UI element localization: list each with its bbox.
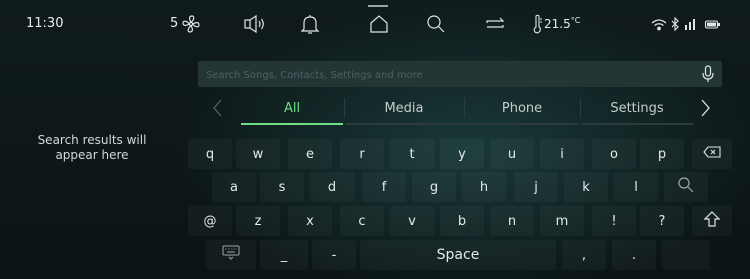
key-q[interactable]: q [188,139,232,169]
shift-key[interactable] [692,206,732,236]
search-icon [677,176,695,198]
shift-arrow-icon [703,211,721,231]
battery-icon [704,13,722,35]
space-key[interactable]: Space [360,240,556,270]
bluetooth-icon [669,13,681,35]
key-s[interactable]: s [260,172,304,202]
key-at[interactable]: @ [188,206,232,236]
active-tab-underline [241,123,343,125]
temperature-unit: °C [570,16,581,25]
tab-underline [345,123,463,125]
key-k[interactable]: k [564,172,608,202]
tab-media-label: Media [384,100,424,116]
key-period[interactable]: . [612,240,656,270]
thermometer-icon [532,13,544,35]
infotainment-screen: 11:30 5 21.5°C Search Songs, Contacts, S… [0,0,750,279]
key-p[interactable]: p [640,139,684,169]
key-question[interactable]: ? [640,206,684,236]
key-m[interactable]: m [540,206,584,236]
key-a[interactable]: a [212,172,256,202]
tab-all-label: All [283,100,301,116]
key-dash[interactable]: - [312,240,356,270]
keyboard-icon [222,245,240,265]
key-o[interactable]: o [592,139,636,169]
tabs-prev-arrow-icon[interactable] [212,98,224,122]
tabs-next-arrow-icon[interactable] [699,98,711,122]
clock: 11:30 [26,16,64,31]
tab-media[interactable]: Media [345,94,463,122]
keyboard-toggle-key[interactable] [206,240,256,270]
tab-phone[interactable]: Phone [465,94,579,122]
tab-settings-label: Settings [610,100,664,116]
fan-speed-value[interactable]: 5 [170,16,178,31]
key-l[interactable]: l [614,172,658,202]
search-bar[interactable] [198,61,722,87]
tab-underline [581,123,693,125]
key-exclamation[interactable]: ! [592,206,636,236]
temperature-readout[interactable]: 21.5°C [544,16,580,31]
tab-settings[interactable]: Settings [581,94,693,122]
key-underscore[interactable]: _ [260,240,308,270]
key-i[interactable]: i [540,139,584,169]
key-u[interactable]: u [490,139,534,169]
status-bar: 11:30 5 21.5°C [0,0,750,50]
key-y[interactable]: y [440,139,484,169]
keyboard-search-key[interactable] [664,172,708,202]
key-z[interactable]: z [236,206,280,236]
fan-icon[interactable] [180,13,202,35]
key-j[interactable]: j [514,172,558,202]
key-e[interactable]: e [288,139,332,169]
search-results-placeholder: Search results will appear here [37,133,147,162]
microphone-icon[interactable] [702,65,714,87]
signal-icon [684,13,700,35]
bell-icon[interactable] [300,13,320,35]
key-b[interactable]: b [440,206,484,236]
active-home-indicator [368,5,388,7]
backspace-key[interactable] [692,139,732,169]
backspace-icon [703,146,721,162]
key-h[interactable]: h [462,172,506,202]
key-v[interactable]: v [390,206,434,236]
key-w[interactable]: w [236,139,280,169]
volume-icon[interactable] [243,13,267,35]
tab-underline [465,123,579,125]
key-comma[interactable]: , [562,240,606,270]
home-icon[interactable] [368,13,390,35]
wifi-icon [651,13,667,35]
key-n[interactable]: n [490,206,534,236]
key-t[interactable]: t [390,139,434,169]
tab-all[interactable]: All [241,94,343,122]
tab-phone-label: Phone [501,100,543,116]
key-r[interactable]: r [340,139,384,169]
search-icon[interactable] [425,13,447,35]
key-g[interactable]: g [412,172,456,202]
search-input[interactable] [204,64,678,86]
key-c[interactable]: c [340,206,384,236]
repeat-icon[interactable] [483,13,507,35]
key-d[interactable]: d [310,172,354,202]
key-x[interactable]: x [288,206,332,236]
blank-key[interactable] [662,240,710,270]
search-category-tabs: All Media Phone Settings [198,94,722,125]
key-f[interactable]: f [362,172,406,202]
